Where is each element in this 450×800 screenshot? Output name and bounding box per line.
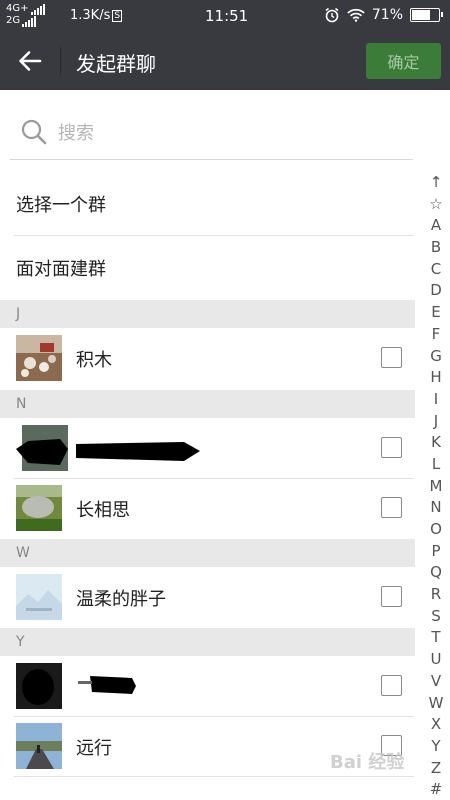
avatar <box>16 335 62 381</box>
select-group-label: 选择一个群 <box>16 195 106 216</box>
contact-row[interactable]: 长相思 <box>0 478 415 538</box>
search-icon <box>21 119 47 145</box>
contact-row[interactable] <box>0 656 415 716</box>
network-indicator: 4G+ 2G <box>6 3 45 27</box>
index-letter[interactable]: ☆ <box>429 194 442 216</box>
contact-name: 积木 <box>76 350 112 371</box>
section-header-n: N <box>0 390 415 418</box>
confirm-button[interactable]: 确定 <box>366 43 441 79</box>
status-right: 71% <box>324 7 443 23</box>
back-arrow-icon <box>19 51 42 71</box>
watermark: Bai 经验 <box>330 752 405 773</box>
contact-row[interactable]: 积木 <box>0 328 415 388</box>
network-bottom: 2G <box>6 15 21 26</box>
alarm-icon <box>325 7 339 23</box>
index-letter[interactable]: F <box>432 324 441 346</box>
redacted-name <box>78 676 136 694</box>
contact-name: 远行 <box>76 738 112 759</box>
index-letter[interactable]: X <box>431 714 441 736</box>
index-letter[interactable]: E <box>431 302 440 324</box>
redacted-name <box>76 442 200 461</box>
section-header-w: W <box>0 539 415 567</box>
index-letter[interactable]: A <box>431 215 441 237</box>
index-letter[interactable]: G <box>430 346 442 368</box>
index-letter[interactable]: M <box>430 476 443 498</box>
battery-fill <box>412 10 431 20</box>
index-letter[interactable]: T <box>431 627 440 649</box>
contact-row[interactable] <box>0 418 415 478</box>
signal-icon <box>30 4 45 15</box>
index-letter[interactable]: V <box>431 671 441 693</box>
avatar <box>16 425 68 471</box>
select-checkbox[interactable] <box>381 675 402 696</box>
avatar <box>16 574 62 620</box>
avatar <box>16 485 62 531</box>
index-letter[interactable]: H <box>430 367 441 389</box>
index-letter[interactable]: Y <box>431 736 440 758</box>
index-letter[interactable]: ↑ <box>430 172 443 194</box>
alphabet-index-bar[interactable]: ↑ ☆ A B C D E F G H I J K L M N O P Q R S T U V W X Y Z # <box>424 172 448 800</box>
face-to-face-label: 面对面建群 <box>16 259 106 280</box>
select-checkbox[interactable] <box>381 347 402 368</box>
avatar <box>16 663 62 709</box>
index-letter[interactable]: Q <box>430 562 442 584</box>
signal-icon <box>22 16 37 27</box>
index-letter[interactable]: N <box>430 497 441 519</box>
index-letter[interactable]: C <box>431 259 441 281</box>
index-letter[interactable]: P <box>431 541 440 563</box>
section-header-y: Y <box>0 628 415 656</box>
select-checkbox[interactable] <box>381 437 402 458</box>
select-group-option[interactable]: 选择一个群 <box>0 172 415 236</box>
title-bar: 发起群聊 确定 <box>0 32 450 90</box>
avatar <box>16 723 62 769</box>
network-top: 4G+ <box>6 3 29 14</box>
back-button[interactable] <box>14 46 46 76</box>
index-letter[interactable]: I <box>434 389 438 411</box>
status-bar: 4G+ 2G 1.3K/s S 11:51 71% <box>0 0 450 32</box>
index-letter[interactable]: Z <box>431 758 441 780</box>
index-letter[interactable]: L <box>432 454 440 476</box>
index-letter[interactable]: R <box>431 584 441 606</box>
page-title: 发起群聊 <box>76 52 156 76</box>
index-letter[interactable]: W <box>429 693 444 715</box>
index-letter[interactable]: K <box>431 432 441 454</box>
select-checkbox[interactable] <box>381 586 402 607</box>
index-letter[interactable]: # <box>430 779 443 800</box>
network-speed: 1.3K/s S <box>70 8 123 23</box>
title-divider <box>60 47 61 75</box>
search-input[interactable] <box>58 118 398 148</box>
select-checkbox[interactable] <box>381 497 402 518</box>
index-letter[interactable]: O <box>430 519 442 541</box>
wifi-icon <box>347 8 365 22</box>
index-letter[interactable]: U <box>431 649 442 671</box>
speed-text: 1.3K/s <box>70 8 111 23</box>
speed-badge: S <box>112 10 123 22</box>
index-letter[interactable]: B <box>431 237 441 259</box>
face-to-face-option[interactable]: 面对面建群 <box>0 236 415 300</box>
search-bar <box>10 108 413 160</box>
contact-row[interactable]: 温柔的胖子 <box>0 567 415 627</box>
index-letter[interactable]: S <box>431 606 441 628</box>
section-header-j: J <box>0 300 415 328</box>
index-letter[interactable]: J <box>434 411 438 433</box>
contact-name: 长相思 <box>76 500 130 521</box>
index-letter[interactable]: D <box>430 280 442 302</box>
battery-percent: 71% <box>371 7 403 23</box>
battery-icon <box>410 8 443 22</box>
contact-name: 温柔的胖子 <box>76 589 166 610</box>
divider <box>14 776 414 777</box>
clock: 11:51 <box>205 7 249 25</box>
